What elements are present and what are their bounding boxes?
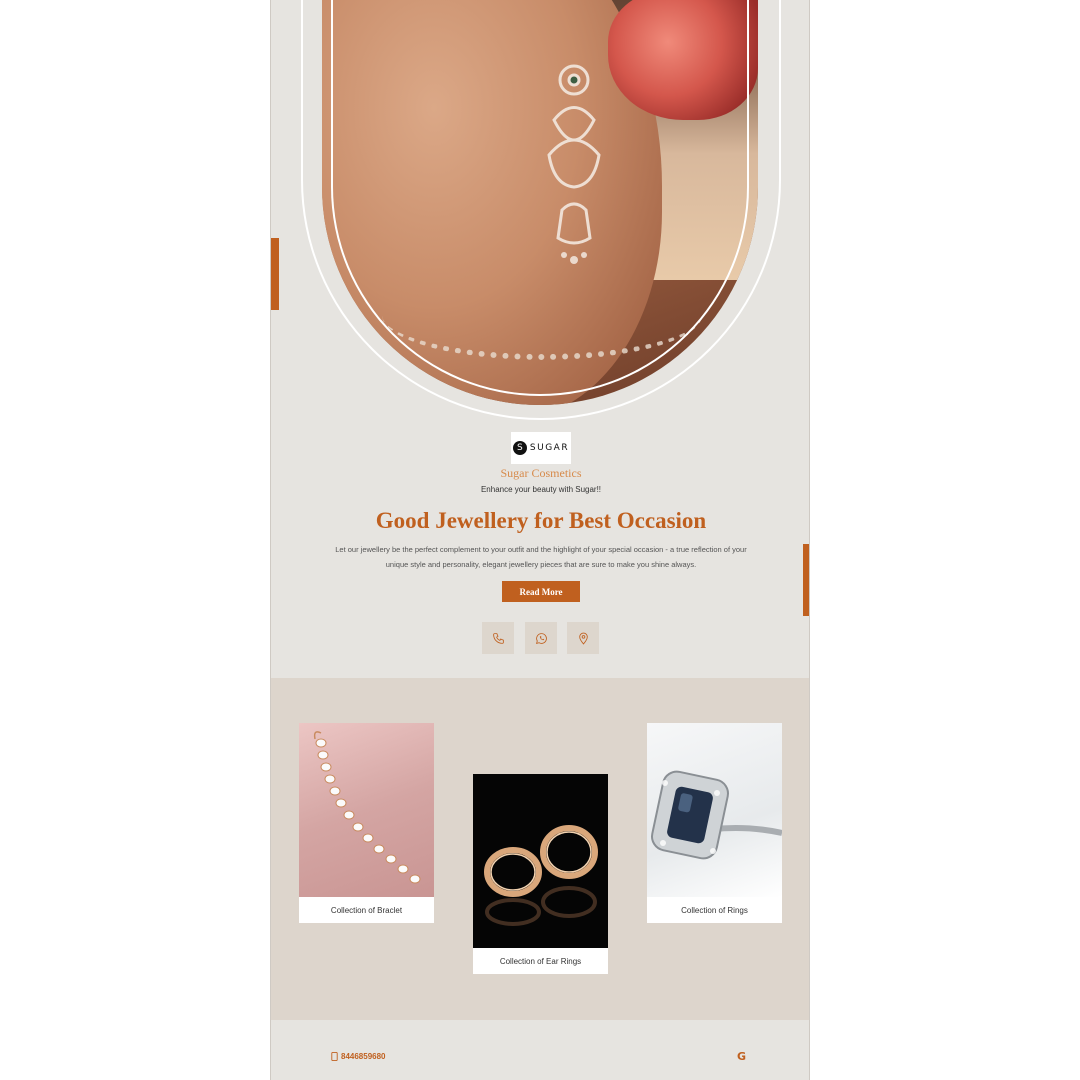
brand-logo: S SUGAR [511,432,571,464]
logo-mark-icon: S [512,441,527,455]
collection-caption: Collection of Braclet [330,905,403,915]
ring-image [647,723,782,897]
collection-caption: Collection of Rings [681,905,748,915]
google-icon[interactable]: G [737,1050,746,1063]
hero-section: S SUGAR Sugar Cosmetics Enhance your bea… [271,0,809,678]
hero-description: Let our jewellery be the perfect complem… [335,545,747,569]
footer-phone-link[interactable]: 8446859680 [331,1052,386,1061]
phone-icon [492,632,504,644]
read-more-button[interactable]: Read More [502,581,580,602]
earrings-image [473,774,608,948]
location-icon [578,632,588,645]
accent-bar-right [803,544,809,616]
hero-headline: Good Jewellery for Best Occasion [375,508,707,533]
collection-card-rings[interactable]: Collection of Rings [647,723,782,923]
collection-card-bracelet[interactable]: Collection of Braclet [299,723,434,923]
collection-caption: Collection of Ear Rings [499,956,582,966]
whatsapp-button[interactable] [525,622,557,654]
accent-bar-left [271,238,279,310]
footer: 8446859680 G [271,1020,809,1080]
footer-phone-number: 8446859680 [341,1052,386,1061]
mobile-phone-icon [331,1052,338,1061]
logo-text: SUGAR [529,443,570,453]
brand-name: Sugar Cosmetics [500,466,582,480]
brand-tagline: Enhance your beauty with Sugar!! [480,485,602,494]
location-button[interactable] [567,622,599,654]
collection-card-earrings[interactable]: Collection of Ear Rings [473,774,608,974]
phone-button[interactable] [482,622,514,654]
landing-page: S SUGAR Sugar Cosmetics Enhance your bea… [270,0,810,1080]
bracelet-image [299,723,434,897]
collections-section: Collection of Braclet Collection of Ear … [271,678,809,1020]
whatsapp-icon [535,632,547,644]
